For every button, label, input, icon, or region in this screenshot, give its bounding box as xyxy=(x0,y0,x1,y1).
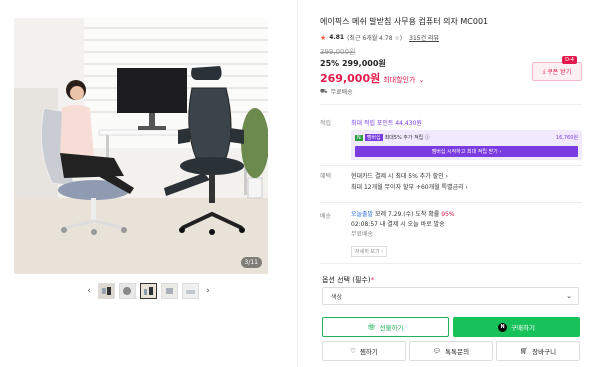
thumbnail-3-selected[interactable] xyxy=(140,283,157,299)
discount-row: 25% 299,000원 xyxy=(320,58,386,69)
points-section-label: 적립 xyxy=(320,120,332,127)
original-price: 399,000원 xyxy=(320,48,356,56)
today-ship-badge: 오늘출발 xyxy=(351,211,374,218)
divider xyxy=(320,263,582,264)
rating-detail: (최근 6개월 4.78 ☆) xyxy=(347,35,403,42)
delivery-free-line: 무료배송 xyxy=(351,231,374,238)
talk-inquiry-button-label: 톡톡문의 xyxy=(445,348,470,356)
thumbnail-image xyxy=(141,284,156,298)
divider xyxy=(320,104,582,105)
thumbnail-image xyxy=(99,284,114,298)
gift-icon: 🎁︎ xyxy=(367,323,376,331)
card-benefit-lines: 현대카드 결제 시 최대 5% 추가 할인 › 최대 12개월 무이자 할부 +… xyxy=(351,171,468,193)
talk-inquiry-button[interactable]: 💬︎ 톡톡문의 xyxy=(409,341,493,361)
shipping-row: ⛟ 무료배송 xyxy=(320,87,353,97)
coupon-dday-badge: D-4 xyxy=(562,56,577,64)
cart-button-label: 장바구니 xyxy=(532,348,557,356)
image-counter: 3/11 xyxy=(240,257,262,268)
divider xyxy=(320,202,582,203)
sale-price: 269,000원 xyxy=(320,72,381,85)
option-required-text: (필수) xyxy=(352,276,371,284)
naver-pay-icon: N xyxy=(498,322,508,332)
divider xyxy=(320,165,582,166)
membership-benefit-row: N 멤버십 최대5% 추가 적립 ⓘ 16,760원 xyxy=(355,134,578,141)
main-product-image[interactable]: 3/11 xyxy=(14,18,268,274)
thumbnail-next-arrow[interactable]: › xyxy=(203,283,213,299)
thumbnail-4[interactable] xyxy=(161,283,178,299)
membership-benefit-box: N 멤버십 최대5% 추가 적립 ⓘ 16,760원 멤버십 시작하고 최대 적… xyxy=(351,130,582,160)
required-mark: * xyxy=(370,276,375,284)
chevron-down-icon: ⌄ xyxy=(418,76,425,84)
thumbnail-image xyxy=(162,284,177,298)
truck-icon: ⛟ xyxy=(320,87,328,95)
delivery-detail-link[interactable]: 자세히 보기 › xyxy=(351,246,388,257)
membership-start-button[interactable]: 멤버십 시작하고 최대 적립 받기 › xyxy=(355,146,578,157)
membership-tags: N 멤버십 최대5% 추가 적립 ⓘ xyxy=(355,134,430,141)
gift-button[interactable]: 🎁︎ 선물하기 xyxy=(322,317,449,337)
delivery-probability: 95% xyxy=(441,211,455,218)
membership-benefit-text: 최대5% 추가 적립 ⓘ xyxy=(384,135,430,141)
benefit-section-label: 혜택 xyxy=(320,173,332,180)
sale-price-row[interactable]: 269,000원 최대할인가 ⌄ xyxy=(320,70,424,86)
gift-button-label: 선물하기 xyxy=(379,324,404,332)
discount-percent: 25% xyxy=(320,59,340,68)
membership-benefit-amount: 16,760원 xyxy=(555,135,578,141)
coupon-button[interactable]: D-4 ⤓ 쿠폰 받기 xyxy=(532,56,582,81)
thumbnail-image xyxy=(120,284,135,298)
color-option-select[interactable]: 색상 ⌄ xyxy=(322,287,579,305)
thumbnail-strip: ‹ › xyxy=(84,283,213,299)
star-icon: ★ xyxy=(320,33,327,42)
wishlist-button[interactable]: ♡ 찜하기 xyxy=(322,341,406,361)
cart-icon: 🛒︎ xyxy=(519,347,529,355)
delivery-eta-text: 모레 7.29.(수) 도착 확률 xyxy=(373,211,442,218)
chevron-down-icon: ⌄ xyxy=(566,292,572,300)
coupon-label: 쿠폰 받기 xyxy=(547,69,572,76)
option-select-label: 옵션 선택 (필수)* xyxy=(322,275,374,285)
rating-row: ★ 4.81 (최근 6개월 4.78 ☆) 315건 리뷰 xyxy=(320,33,439,43)
thumbnail-image xyxy=(183,284,198,298)
card-discount-line[interactable]: 현대카드 결제 시 최대 5% 추가 할인 › xyxy=(351,171,468,182)
reviews-link[interactable]: 315건 리뷰 xyxy=(409,33,439,42)
thumbnail-5[interactable] xyxy=(182,283,199,299)
buy-button[interactable]: N 구매하기 xyxy=(453,317,580,337)
naver-badge: N xyxy=(355,134,363,141)
product-page: 3/11 ‹ › 에이픽스 메쉬 발받침 사무용 컴퓨터 의자 MC001 ★ … xyxy=(0,0,600,367)
delivery-countdown-line: 02:08:57 내 결제 시 오늘 바로 발송 xyxy=(351,221,445,228)
sale-price-label: 최대할인가 xyxy=(383,76,416,84)
cart-button[interactable]: 🛒︎ 장바구니 xyxy=(496,341,580,361)
delivery-eta-line: 오늘출발 모레 7.29.(수) 도착 확률 95% xyxy=(351,210,455,220)
thumbnail-2[interactable] xyxy=(119,283,136,299)
product-info-panel: 에이픽스 메쉬 발받침 사무용 컴퓨터 의자 MC001 ★ 4.81 (최근 … xyxy=(320,0,582,367)
installment-line[interactable]: 최대 12개월 무이자 할부 +60개월 특별금리 › xyxy=(351,182,468,193)
shipping-text: 무료배송 xyxy=(330,89,353,96)
rating-score: 4.81 xyxy=(329,34,345,41)
delivery-section-label: 배송 xyxy=(320,213,332,220)
delivery-lines: 오늘출발 모레 7.29.(수) 도착 확률 95% 02:08:57 내 결제… xyxy=(351,210,455,240)
product-gallery: 3/11 ‹ › xyxy=(0,0,298,367)
wishlist-button-label: 찜하기 xyxy=(359,348,378,356)
discount-price: 299,000원 xyxy=(341,59,386,68)
color-option-value: 색상 xyxy=(331,293,343,301)
points-text[interactable]: 최대 적립 포인트 44,430원 xyxy=(351,118,422,127)
option-label-text: 옵션 선택 xyxy=(322,276,350,284)
product-title: 에이픽스 메쉬 발받침 사무용 컴퓨터 의자 MC001 xyxy=(320,17,489,26)
buy-button-label: 구매하기 xyxy=(511,324,535,332)
chair-photo-illustration xyxy=(14,18,268,274)
thumbnail-1[interactable] xyxy=(98,283,115,299)
heart-icon: ♡ xyxy=(350,347,356,355)
thumbnail-prev-arrow[interactable]: ‹ xyxy=(84,283,94,299)
membership-badge: 멤버십 xyxy=(364,134,383,141)
chat-bubble-icon: 💬︎ xyxy=(432,347,442,355)
